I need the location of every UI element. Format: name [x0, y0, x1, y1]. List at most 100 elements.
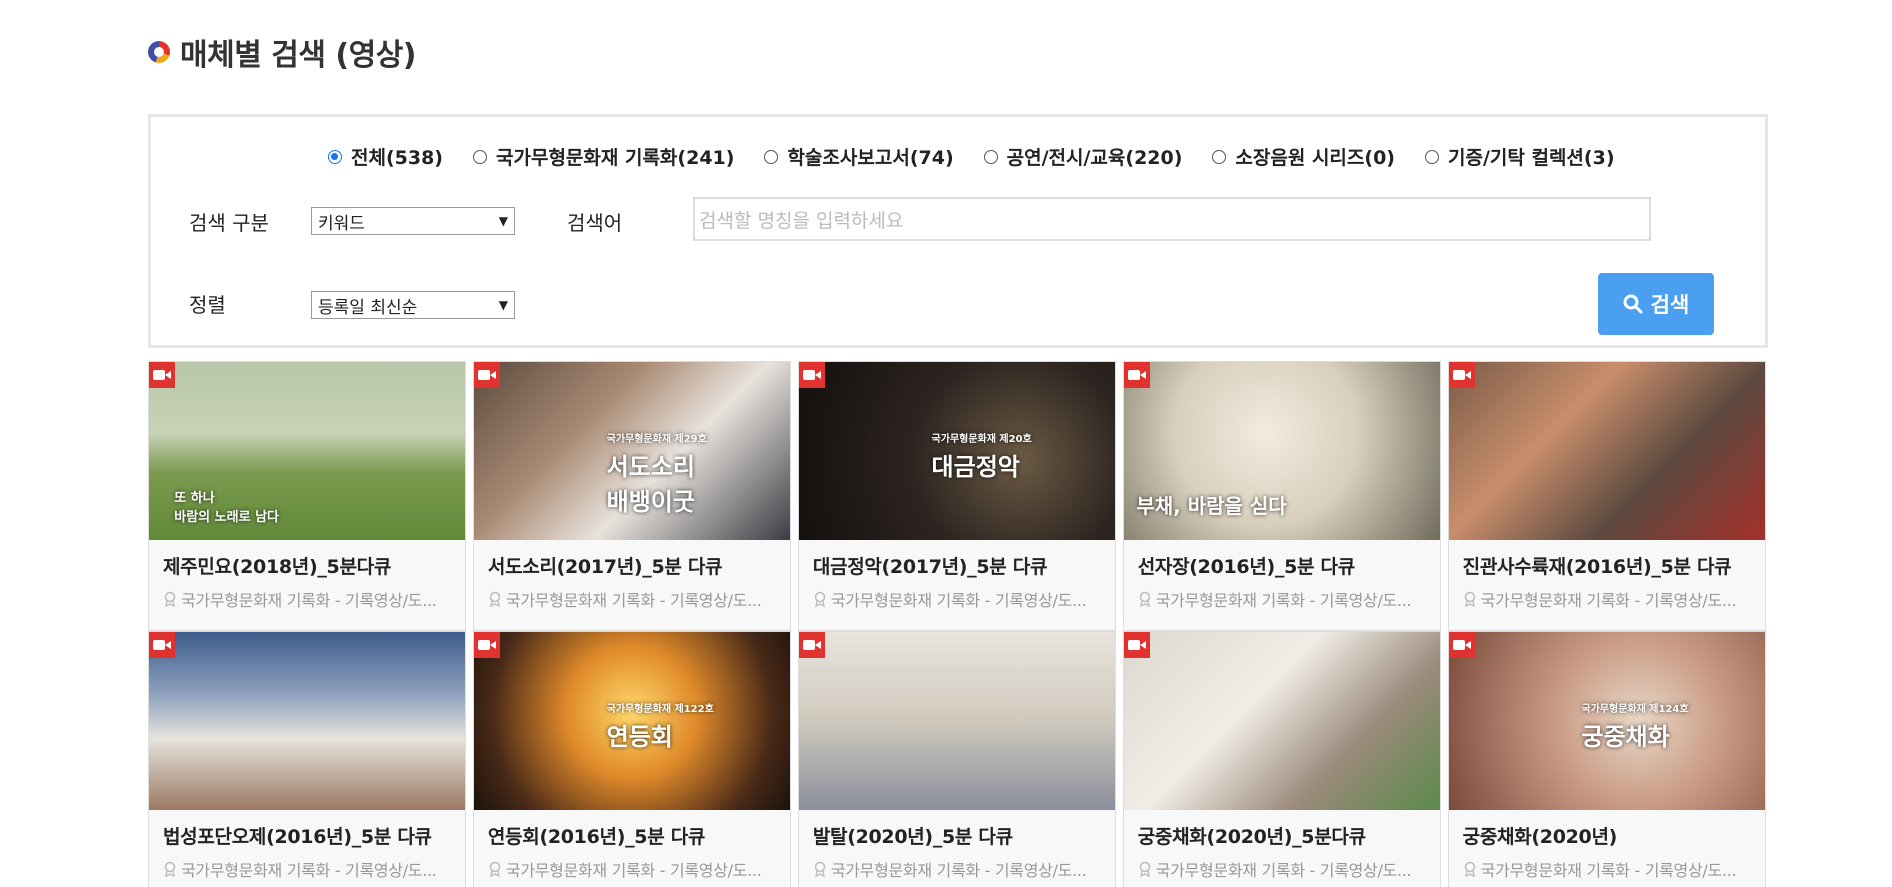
video-category: 국가무형문화재 기록화 - 기록영상/도...	[1463, 857, 1737, 881]
video-card[interactable]: 궁중채화(2020년)_5분다큐국가무형문화재 기록화 - 기록영상/도...	[1122, 630, 1441, 887]
video-card[interactable]: 법성포단오제(2016년)_5분 다큐국가무형문화재 기록화 - 기록영상/도.…	[148, 630, 466, 887]
award-icon	[489, 861, 501, 877]
category-radio-3[interactable]: 공연/전시/교육(220)	[983, 143, 1183, 170]
video-card[interactable]: 국가무형문화재 제124호궁중채화궁중채화(2020년) 국가무형문화재 기록화 …	[1447, 630, 1766, 887]
category-label: 학술조사보고서(74)	[787, 147, 954, 169]
award-icon	[814, 591, 826, 607]
search-button-label: 검색	[1650, 293, 1690, 317]
video-title[interactable]: 선자장(2016년)_5분 다큐	[1138, 552, 1355, 579]
search-button[interactable]: 검색	[1598, 273, 1714, 335]
thumbnail-caption: 대금정악	[931, 453, 1020, 482]
award-icon	[489, 591, 501, 607]
video-camera-icon	[149, 362, 175, 388]
search-panel: 전체(538) 국가무형문화재 기록화(241) 학술조사보고서(74) 공연/전시/…	[148, 114, 1768, 348]
category-label: 공연/전시/교육(220)	[1006, 147, 1183, 169]
video-card[interactable]: 국가무형문화재 제122호 연등회연등회(2016년)_5분 다큐국가무형문화재 …	[472, 630, 791, 887]
video-category-text: 국가무형문화재 기록화 - 기록영상/도...	[1155, 860, 1412, 880]
video-thumbnail[interactable]	[1123, 631, 1440, 810]
video-category-text: 국가무형문화재 기록화 - 기록영상/도...	[181, 860, 437, 880]
page: 매체별 검색 (영상) 전체(538) 국가무형문화재 기록화(241) 학술조사보…	[0, 0, 1892, 887]
video-title[interactable]: 발탈(2020년)_5분 다큐	[813, 822, 1013, 849]
video-card[interactable]: 국가무형문화재 제29호 서도소리 배뱅이굿서도소리(2017년)_5분 다큐국가…	[472, 361, 791, 631]
video-camera-icon	[798, 631, 825, 658]
video-category-text: 국가무형문화재 기록화 - 기록영상/도...	[505, 860, 762, 880]
award-icon	[1464, 861, 1475, 877]
radio-button[interactable]	[328, 149, 342, 164]
video-category-text: 국가무형문화재 기록화 - 기록영상/도...	[830, 860, 1087, 880]
thumbnail-caption-small: 국가무형문화재 제124호	[1581, 703, 1689, 715]
video-thumbnail[interactable]	[149, 631, 465, 810]
sort-label: 정렬	[189, 293, 226, 317]
video-thumbnail[interactable]: 국가무형문화재 제20호대금정악	[798, 362, 1115, 540]
category-radio-5[interactable]: 기증/기탁 컬렉션(3)	[1425, 143, 1615, 170]
category-label: 기증/기탁 컬렉션(3)	[1448, 147, 1615, 169]
category-radio-group: 전체(538) 국가무형문화재 기록화(241) 학술조사보고서(74) 공연/전시/…	[328, 143, 1645, 170]
search-icon	[1623, 294, 1643, 314]
award-icon	[1464, 591, 1475, 607]
video-category: 국가무형문화재 기록화 - 기록영상/도...	[163, 857, 437, 881]
video-camera-icon	[798, 362, 825, 388]
video-title[interactable]: 법성포단오제(2016년)_5분 다큐	[163, 822, 432, 849]
video-category: 국가무형문화재 기록화 - 기록영상/도...	[813, 587, 1087, 611]
video-thumbnail[interactable]: 부채, 바람을 싣다	[1123, 362, 1440, 540]
category-radio-2[interactable]: 학술조사보고서(74)	[764, 143, 954, 170]
radio-button[interactable]	[1425, 149, 1439, 164]
logo-icon	[148, 41, 170, 63]
category-label: 소장음원 시리즈(0)	[1235, 147, 1395, 169]
search-input-placeholder: 검색할 명칭을 입력하세요	[699, 209, 904, 232]
award-icon	[814, 861, 826, 877]
video-camera-icon	[149, 631, 175, 658]
category-radio-1[interactable]: 국가무형문화재 기록화(241)	[473, 143, 734, 170]
award-icon	[1139, 591, 1150, 607]
video-camera-icon	[1448, 631, 1475, 658]
video-category-text: 국가무형문화재 기록화 - 기록영상/도...	[830, 591, 1087, 610]
video-title[interactable]: 제주민요(2018년)_5분다큐	[163, 552, 391, 579]
radio-button[interactable]	[1212, 149, 1227, 164]
radio-button[interactable]	[764, 149, 779, 164]
video-category: 국가무형문화재 기록화 - 기록영상/도...	[1463, 587, 1737, 611]
video-card[interactable]: 진관사수륙재(2016년)_5분 다큐국가무형문화재 기록화 - 기록영상/도.…	[1447, 361, 1766, 631]
category-radio-0[interactable]: 전체(538)	[328, 143, 443, 170]
radio-button[interactable]	[983, 149, 998, 164]
keyword-label: 검색어	[567, 211, 623, 235]
video-title[interactable]: 연등회(2016년)_5분 다큐	[488, 822, 705, 849]
video-title[interactable]: 서도소리(2017년)_5분 다큐	[488, 552, 723, 579]
video-category-text: 국가무형문화재 기록화 - 기록영상/도...	[1155, 591, 1412, 610]
video-category: 국가무형문화재 기록화 - 기록영상/도...	[813, 857, 1087, 881]
video-card[interactable]: 국가무형문화재 제20호 대금정악 대금정악(2017년)_5분 다큐 국가무형문화재…	[797, 361, 1116, 631]
video-thumbnail[interactable]	[1448, 362, 1765, 540]
search-type-value: 키워드	[318, 213, 365, 234]
video-thumbnail[interactable]	[798, 631, 1115, 810]
video-title[interactable]: 궁중채화(2020년)	[1463, 822, 1618, 849]
video-camera-icon	[1448, 362, 1475, 388]
category-label: 국가무형문화재 기록화(241)	[496, 147, 735, 169]
thumbnail-caption: 또 하나 바람의 노래로 남다	[174, 490, 279, 525]
video-title[interactable]: 궁중채화(2020년)_5분다큐	[1138, 822, 1366, 849]
category-label: 전체(538)	[351, 147, 443, 169]
video-thumbnail[interactable]: 국가무형문화재 제122호 연등회	[473, 631, 790, 810]
sort-select[interactable]: 등록일 최신순 ▼	[311, 291, 515, 319]
category-radio-4[interactable]: 소장음원 시리즈(0)	[1212, 143, 1395, 170]
video-thumbnail[interactable]: 또 하나 바람의 노래로 남다	[149, 362, 465, 540]
video-category: 국가무형문화재 기록화 - 기록영상/도...	[488, 587, 762, 611]
video-category: 국가무형문화재 기록화 - 기록영상/도...	[488, 857, 762, 881]
video-title[interactable]: 진관사수륙재(2016년)_5분 다큐	[1463, 552, 1732, 579]
chevron-down-icon: ▼	[498, 298, 508, 312]
video-title[interactable]: 대금정악(2017년)_5분 다큐	[813, 552, 1048, 579]
thumbnail-caption-small: 국가무형문화재 제20호	[931, 433, 1032, 445]
video-category: 국가무형문화재 기록화 - 기록영상/도...	[1138, 857, 1412, 881]
video-card[interactable]: 부채, 바람을 싣다선자장(2016년)_5분 다큐국가무형문화재 기록화 - …	[1122, 361, 1441, 631]
thumbnail-caption: 궁중채화	[1581, 723, 1670, 752]
video-card[interactable]: 또 하나 바람의 노래로 남다 제주민요(2018년)_5분다큐 국가무형문화재 기…	[148, 361, 466, 631]
video-camera-icon	[473, 631, 500, 658]
video-card[interactable]: 발탈(2020년)_5분 다큐국가무형문화재 기록화 - 기록영상/도...	[797, 630, 1116, 887]
thumbnail-caption: 서도소리 배뱅이굿	[606, 453, 695, 517]
video-camera-icon	[473, 362, 500, 388]
radio-button[interactable]	[473, 149, 487, 164]
video-thumbnail[interactable]: 국가무형문화재 제124호궁중채화	[1448, 631, 1765, 810]
search-input[interactable]: 검색할 명칭을 입력하세요	[693, 197, 1651, 241]
chevron-down-icon: ▼	[498, 214, 508, 228]
sort-value: 등록일 최신순	[318, 297, 418, 318]
search-type-select[interactable]: 키워드 ▼	[311, 207, 515, 235]
video-thumbnail[interactable]: 국가무형문화재 제29호 서도소리 배뱅이굿	[473, 362, 790, 540]
